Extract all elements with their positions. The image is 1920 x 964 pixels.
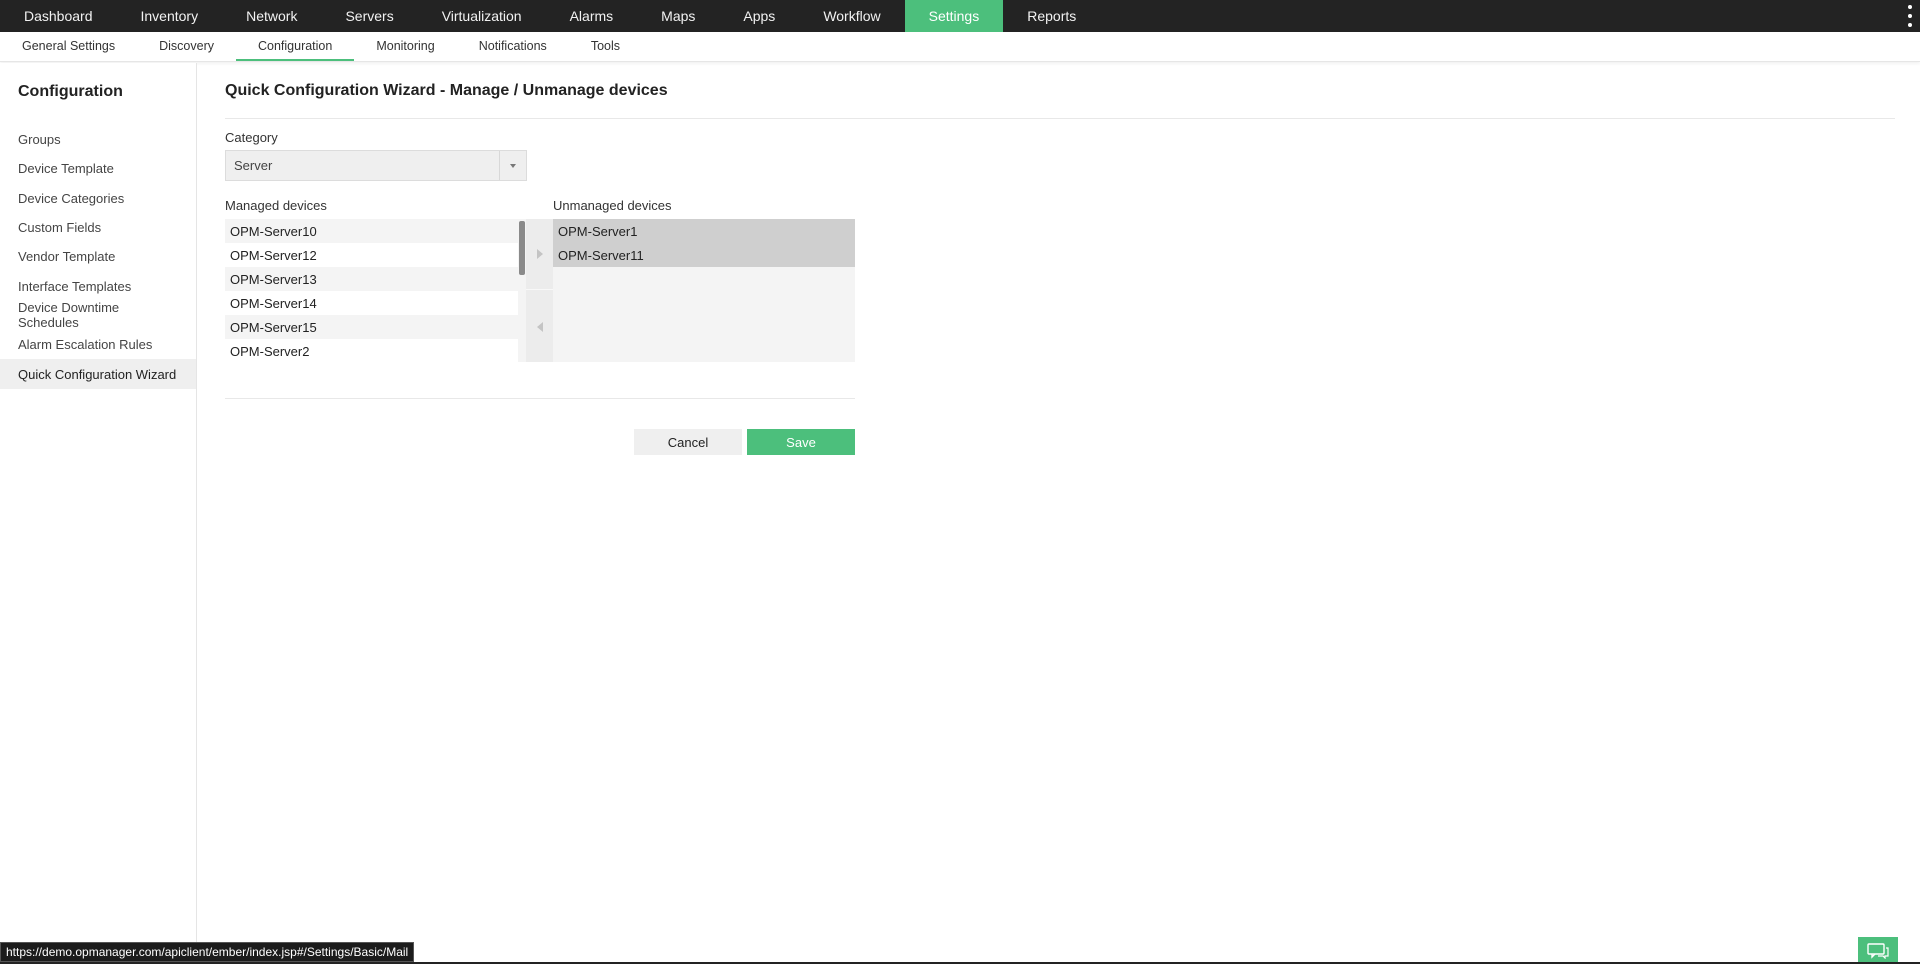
- main-content: Quick Configuration Wizard - Manage / Un…: [225, 63, 1895, 455]
- nav-inventory[interactable]: Inventory: [117, 0, 223, 32]
- sub-navigation: General Settings Discovery Configuration…: [0, 32, 1920, 62]
- managed-devices-label: Managed devices: [225, 198, 327, 213]
- tab-general-settings[interactable]: General Settings: [0, 32, 137, 61]
- nav-reports[interactable]: Reports: [1003, 0, 1100, 32]
- sidebar-item-quick-configuration-wizard[interactable]: Quick Configuration Wizard: [0, 359, 196, 389]
- sidebar-item-device-downtime-schedules[interactable]: Device Downtime Schedules: [0, 300, 196, 330]
- top-navigation: Dashboard Inventory Network Servers Virt…: [0, 0, 1920, 32]
- sidebar-item-vendor-template[interactable]: Vendor Template: [0, 242, 196, 271]
- nav-apps[interactable]: Apps: [719, 0, 799, 32]
- list-item[interactable]: OPM-Server15: [225, 315, 518, 339]
- category-label: Category: [225, 130, 278, 145]
- nav-workflow[interactable]: Workflow: [799, 0, 904, 32]
- unmanaged-devices-label: Unmanaged devices: [553, 198, 672, 213]
- managed-list-scrollbar[interactable]: [518, 219, 526, 362]
- nav-maps[interactable]: Maps: [637, 0, 719, 32]
- status-url: https://demo.opmanager.com/apiclient/emb…: [0, 942, 415, 962]
- managed-devices-list[interactable]: OPM-Server10 OPM-Server12 OPM-Server13 O…: [225, 219, 518, 362]
- title-divider: [225, 118, 1895, 119]
- category-select-value: Server: [234, 158, 273, 173]
- sidebar-item-interface-templates[interactable]: Interface Templates: [0, 271, 196, 300]
- nav-network[interactable]: Network: [222, 0, 321, 32]
- list-item[interactable]: OPM-Server10: [225, 219, 518, 243]
- list-item[interactable]: OPM-Server2: [225, 339, 518, 362]
- chat-bubble-icon: [1867, 942, 1889, 959]
- nav-alarms[interactable]: Alarms: [546, 0, 638, 32]
- sidebar-item-alarm-escalation-rules[interactable]: Alarm Escalation Rules: [0, 330, 196, 359]
- nav-servers[interactable]: Servers: [321, 0, 417, 32]
- sidebar-title: Configuration: [18, 83, 123, 100]
- category-select[interactable]: Server: [225, 150, 527, 181]
- save-button[interactable]: Save: [747, 429, 855, 455]
- sidebar-item-custom-fields[interactable]: Custom Fields: [0, 213, 196, 242]
- scrollbar-thumb[interactable]: [519, 221, 525, 275]
- list-item[interactable]: OPM-Server12: [225, 243, 518, 267]
- move-buttons: [526, 219, 553, 362]
- cancel-button[interactable]: Cancel: [634, 429, 742, 455]
- tab-monitoring[interactable]: Monitoring: [354, 32, 456, 61]
- chevron-down-icon: [510, 163, 516, 168]
- sidebar-item-groups[interactable]: Groups: [0, 125, 196, 154]
- arrow-right-icon: [536, 249, 543, 259]
- sidebar-item-device-categories[interactable]: Device Categories: [0, 184, 196, 213]
- footer-divider: [225, 398, 855, 399]
- tab-notifications[interactable]: Notifications: [457, 32, 569, 61]
- nav-virtualization[interactable]: Virtualization: [418, 0, 546, 32]
- tab-configuration[interactable]: Configuration: [235, 32, 355, 61]
- move-right-button[interactable]: [526, 219, 553, 290]
- nav-dashboard[interactable]: Dashboard: [0, 0, 117, 32]
- list-item[interactable]: OPM-Server14: [225, 291, 518, 315]
- tab-tools[interactable]: Tools: [569, 32, 642, 61]
- list-item[interactable]: OPM-Server13: [225, 267, 518, 291]
- sidebar-item-device-template[interactable]: Device Template: [0, 154, 196, 183]
- arrow-left-icon: [536, 321, 543, 332]
- sidebar: Configuration Groups Device Template Dev…: [0, 63, 197, 964]
- list-item[interactable]: OPM-Server11: [553, 243, 855, 267]
- page-title: Quick Configuration Wizard - Manage / Un…: [225, 82, 668, 99]
- tab-discovery[interactable]: Discovery: [137, 32, 236, 61]
- nav-settings[interactable]: Settings: [904, 0, 1004, 32]
- unmanaged-devices-list[interactable]: OPM-Server1 OPM-Server11: [553, 219, 855, 362]
- list-item[interactable]: OPM-Server1: [553, 219, 855, 243]
- vertical-dots-icon[interactable]: [1906, 5, 1914, 27]
- chat-button[interactable]: [1858, 937, 1898, 964]
- dropdown-toggle[interactable]: [499, 151, 526, 180]
- move-left-button[interactable]: [526, 291, 553, 362]
